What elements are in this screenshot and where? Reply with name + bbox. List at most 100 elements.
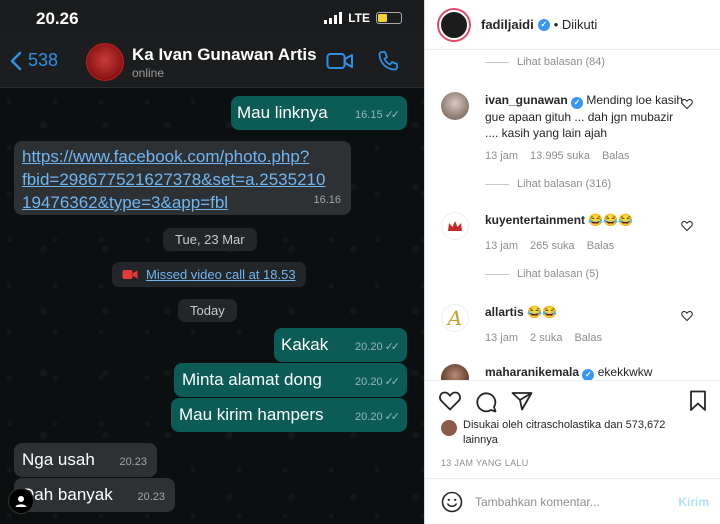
battery-icon	[376, 12, 402, 24]
allartis-logo-icon: A	[447, 306, 463, 330]
view-replies-link[interactable]: Lihat balasan (5)	[485, 268, 599, 280]
read-ticks-icon: ✓✓	[384, 341, 401, 353]
message-time: 16.15 ✓✓	[355, 104, 401, 126]
message-time: 20.20 ✓✓	[355, 336, 401, 358]
message-outgoing[interactable]: Mau kirim hampers 20.20 ✓✓	[171, 398, 407, 432]
comment-avatar[interactable]	[441, 92, 469, 120]
message-text: Mau kirim hampers	[179, 405, 324, 424]
chevron-left-icon	[10, 51, 22, 70]
comment-avatar[interactable]: A	[441, 304, 469, 332]
comment-text: ivan_gunawan ✓ Mending loe kasih gue apa…	[485, 92, 685, 141]
follow-status[interactable]: • Diikuti	[554, 17, 598, 32]
view-replies-link[interactable]: Lihat balasan (316)	[485, 178, 611, 190]
network-label: LTE	[348, 11, 370, 25]
contact-status: online	[132, 66, 165, 80]
comment-meta: 13 jam 13.995 suka Balas	[485, 150, 630, 162]
comment-username[interactable]: ivan_gunawan	[485, 93, 568, 107]
comment-likes[interactable]: 2 suka	[530, 332, 562, 344]
message-link-line[interactable]: 19476362&type=3&app=fbl	[22, 191, 325, 214]
view-replies-link[interactable]: Lihat balasan (84)	[485, 56, 605, 68]
message-link-line[interactable]: fbid=298677521627378&set=a.2535210	[22, 168, 325, 191]
comment-meta: 13 jam 265 suka Balas	[485, 240, 614, 252]
phone-call-icon[interactable]	[377, 50, 399, 72]
like-heart-icon[interactable]	[439, 391, 461, 411]
read-ticks-icon: ✓✓	[384, 411, 401, 423]
post-username[interactable]: fadiljaidi	[481, 17, 534, 32]
post-header: fadiljaidi ✓ • Diikuti	[425, 0, 720, 50]
bookmark-icon[interactable]	[689, 390, 707, 412]
unread-count: 538	[28, 50, 59, 70]
comment-time: 13 jam	[485, 150, 519, 162]
comment-text: maharanikemala ✓ ekekkwkw	[485, 364, 685, 380]
post-time-ago: 13 JAM YANG LALU	[441, 458, 529, 468]
status-time: 20.26	[36, 9, 79, 28]
message-text: Minta alamat dong	[182, 370, 322, 389]
chat-header: 538 Ka Ivan Gunawan Artis online	[0, 36, 424, 88]
message-text: Kakak	[281, 335, 329, 354]
instagram-panel: fadiljaidi ✓ • Diikuti Lihat balasan (84…	[424, 0, 720, 524]
reply-button[interactable]: Balas	[602, 150, 630, 162]
emoji-smile-icon[interactable]	[441, 491, 463, 513]
signal-icon	[324, 12, 343, 24]
heart-icon[interactable]	[681, 310, 693, 322]
add-comment-input[interactable]: Tambahkan komentar...	[475, 495, 600, 509]
comment-body: ekekkwkw	[597, 365, 653, 379]
comment-likes[interactable]: 265 suka	[530, 240, 575, 252]
contact-avatar[interactable]	[86, 43, 124, 81]
message-outgoing[interactable]: Minta alamat dong 20.20 ✓✓	[174, 363, 407, 397]
comment-time: 13 jam	[485, 240, 519, 252]
comment-bubble-icon[interactable]	[475, 391, 497, 413]
message-time: 20.23	[119, 456, 147, 468]
message-outgoing[interactable]: Kakak 20.20 ✓✓	[274, 328, 407, 362]
comment-username[interactable]: allartis	[485, 305, 524, 319]
missed-call-text: Missed video call at 18.53	[146, 267, 296, 282]
share-send-icon[interactable]	[511, 391, 533, 411]
message-time: 16.16	[313, 194, 341, 206]
comment-time: 13 jam	[485, 332, 519, 344]
comment-avatar[interactable]	[441, 364, 469, 380]
add-comment-bar: Tambahkan komentar... Kirim	[425, 478, 720, 524]
message-incoming[interactable]: Dah banyak 20.23	[14, 478, 175, 512]
message-text: Dah banyak	[22, 485, 113, 504]
message-incoming[interactable]: Nga usah 20.23	[14, 443, 157, 477]
post-actions	[425, 380, 720, 420]
post-user: fadiljaidi ✓ • Diikuti	[481, 17, 597, 32]
crown-logo-icon	[448, 221, 462, 231]
back-button[interactable]: 538	[10, 50, 58, 71]
verified-badge-icon: ✓	[571, 97, 584, 109]
comments-list[interactable]: Lihat balasan (84) ivan_gunawan ✓ Mendin…	[425, 50, 720, 380]
message-link-line[interactable]: https://www.facebook.com/photo.php?	[22, 145, 325, 168]
message-outgoing[interactable]: Mau linknya 16.15 ✓✓	[231, 96, 407, 130]
verified-badge-icon: ✓	[537, 18, 550, 31]
comment-likes[interactable]: 13.995 suka	[530, 150, 590, 162]
reply-button[interactable]: Balas	[587, 240, 615, 252]
read-ticks-icon: ✓✓	[384, 109, 401, 121]
reply-button[interactable]: Balas	[574, 332, 602, 344]
contact-name[interactable]: Ka Ivan Gunawan Artis	[132, 45, 317, 65]
heart-icon[interactable]	[681, 98, 693, 110]
whatsapp-screen: 20.26 LTE 538 Ka Ivan Gunawan Artis onli…	[0, 0, 424, 524]
message-incoming-link[interactable]: https://www.facebook.com/photo.php? fbid…	[14, 141, 351, 215]
post-user-avatar[interactable]	[437, 8, 471, 42]
message-time: 20.20 ✓✓	[355, 371, 400, 393]
comment-username[interactable]: kuyentertainment	[485, 213, 585, 227]
comment-avatar[interactable]	[441, 212, 469, 240]
liker-avatar	[441, 420, 457, 436]
heart-icon[interactable]	[681, 220, 693, 232]
status-icons: LTE	[324, 11, 402, 25]
comment-username[interactable]: maharanikemala	[485, 365, 579, 379]
message-text: Mau linknya	[237, 103, 328, 122]
chat-area[interactable]: Mau linknya 16.15 ✓✓ https://www.facebook…	[0, 88, 424, 524]
comment-body: 😂😂	[527, 305, 557, 319]
verified-badge-icon: ✓	[582, 369, 595, 380]
status-bar: 20.26 LTE	[0, 0, 424, 36]
missed-video-call-icon	[122, 270, 138, 279]
comment-body: 😂😂😂	[588, 213, 634, 227]
comment-text: kuyentertainment 😂😂😂	[485, 212, 685, 228]
message-time: 20.20 ✓✓	[355, 406, 401, 428]
missed-call-notice[interactable]: Missed video call at 18.53	[112, 262, 306, 287]
comment-text: allartis 😂😂	[485, 304, 685, 320]
message-text: Nga usah	[22, 450, 95, 469]
post-comment-button[interactable]: Kirim	[678, 495, 709, 509]
video-call-icon[interactable]	[326, 51, 354, 71]
